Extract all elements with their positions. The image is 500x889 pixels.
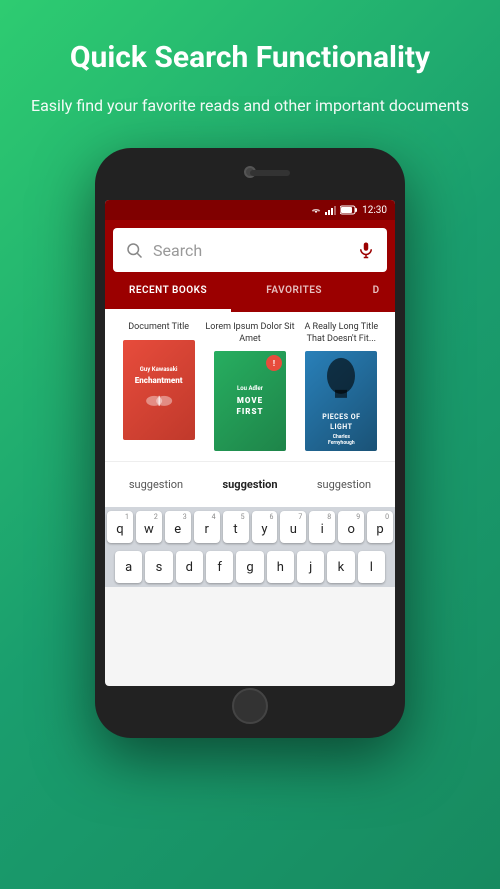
key-u[interactable]: 7u xyxy=(280,511,306,543)
key-s[interactable]: s xyxy=(145,551,172,583)
book-item[interactable]: Lorem Ipsum Dolor Sit Amet ! Lou Adler M… xyxy=(204,322,295,451)
status-icons xyxy=(310,205,358,215)
key-g[interactable]: g xyxy=(236,551,263,583)
book-cover-label-1: Guy Kawasaki Enchantment xyxy=(131,362,187,418)
book-cover-label-2: Lou Adler MOVE FIRST xyxy=(232,382,268,422)
key-r[interactable]: 4r xyxy=(194,511,220,543)
key-e[interactable]: 3e xyxy=(165,511,191,543)
tab-favorites[interactable]: FAVORITES xyxy=(231,272,357,312)
phone-screen: 12:30 Search xyxy=(105,200,395,686)
suggestion-chip-1[interactable]: suggestion xyxy=(113,474,199,495)
key-i[interactable]: 8i xyxy=(309,511,335,543)
mic-icon[interactable] xyxy=(357,241,375,259)
book-cover-3[interactable]: PIECES OF LIGHT Charles Fernyhough xyxy=(305,351,377,451)
suggestion-chip-3[interactable]: suggestion xyxy=(301,474,387,495)
wifi-icon xyxy=(310,205,322,215)
phone-mockup: 12:30 Search xyxy=(95,148,405,738)
time-display: 12:30 xyxy=(362,205,387,216)
page-title: Quick Search Functionality xyxy=(31,40,469,76)
search-bar[interactable]: Search xyxy=(113,228,387,272)
book-cover-2[interactable]: ! Lou Adler MOVE FIRST xyxy=(214,351,286,451)
phone-home-button[interactable] xyxy=(232,688,268,724)
key-l[interactable]: l xyxy=(358,551,385,583)
key-w[interactable]: 2w xyxy=(136,511,162,543)
signal-icon xyxy=(325,205,337,215)
key-f[interactable]: f xyxy=(206,551,233,583)
key-k[interactable]: k xyxy=(327,551,354,583)
key-j[interactable]: j xyxy=(297,551,324,583)
tab-more[interactable]: D xyxy=(357,272,395,312)
status-bar: 12:30 xyxy=(105,200,395,220)
book-badge: ! xyxy=(266,355,282,371)
key-o[interactable]: 9o xyxy=(338,511,364,543)
book-item[interactable]: Document Title Guy Kawasaki Enchantment xyxy=(113,322,204,451)
header-section: Quick Search Functionality Easily find y… xyxy=(1,0,499,138)
phone-speaker xyxy=(250,170,290,176)
key-h[interactable]: h xyxy=(267,551,294,583)
keyboard-row-2: a s d f g h j k l xyxy=(105,547,395,587)
key-q[interactable]: 1q xyxy=(107,511,133,543)
phone-frame: 12:30 Search xyxy=(95,148,405,738)
book-title: Lorem Ipsum Dolor Sit Amet xyxy=(204,322,295,345)
keyboard-section: 1q 2w 3e 4r 5t 6y 7u 8i 9o 0p a s d f xyxy=(105,507,395,587)
search-icon xyxy=(125,241,143,259)
book-decoration xyxy=(144,391,174,411)
tabs-row: RECENT BOOKS FAVORITES D xyxy=(105,272,395,312)
tab-recent-books[interactable]: RECENT BOOKS xyxy=(105,272,231,312)
book-head-decoration xyxy=(321,356,361,406)
suggestions-row: suggestion suggestion suggestion xyxy=(105,461,395,507)
key-p[interactable]: 0p xyxy=(367,511,393,543)
battery-icon xyxy=(340,205,358,215)
book-item[interactable]: A Really Long Title That Doesn't Fit... … xyxy=(296,322,387,451)
search-bar-wrapper: Search xyxy=(105,220,395,272)
search-placeholder[interactable]: Search xyxy=(153,241,347,260)
key-t[interactable]: 5t xyxy=(223,511,249,543)
key-a[interactable]: a xyxy=(115,551,142,583)
key-y[interactable]: 6y xyxy=(252,511,278,543)
page-subtitle: Easily find your favorite reads and othe… xyxy=(31,94,469,118)
key-d[interactable]: d xyxy=(176,551,203,583)
book-cover-1[interactable]: Guy Kawasaki Enchantment xyxy=(123,340,195,440)
book-cover-label-3: PIECES OF LIGHT Charles Fernyhough xyxy=(317,352,365,450)
keyboard-row-1: 1q 2w 3e 4r 5t 6y 7u 8i 9o 0p xyxy=(105,507,395,547)
suggestion-chip-2[interactable]: suggestion xyxy=(207,474,293,495)
book-title: A Really Long Title That Doesn't Fit... xyxy=(296,322,387,345)
book-title: Document Title xyxy=(128,322,189,334)
books-grid: Document Title Guy Kawasaki Enchantment xyxy=(105,312,395,461)
